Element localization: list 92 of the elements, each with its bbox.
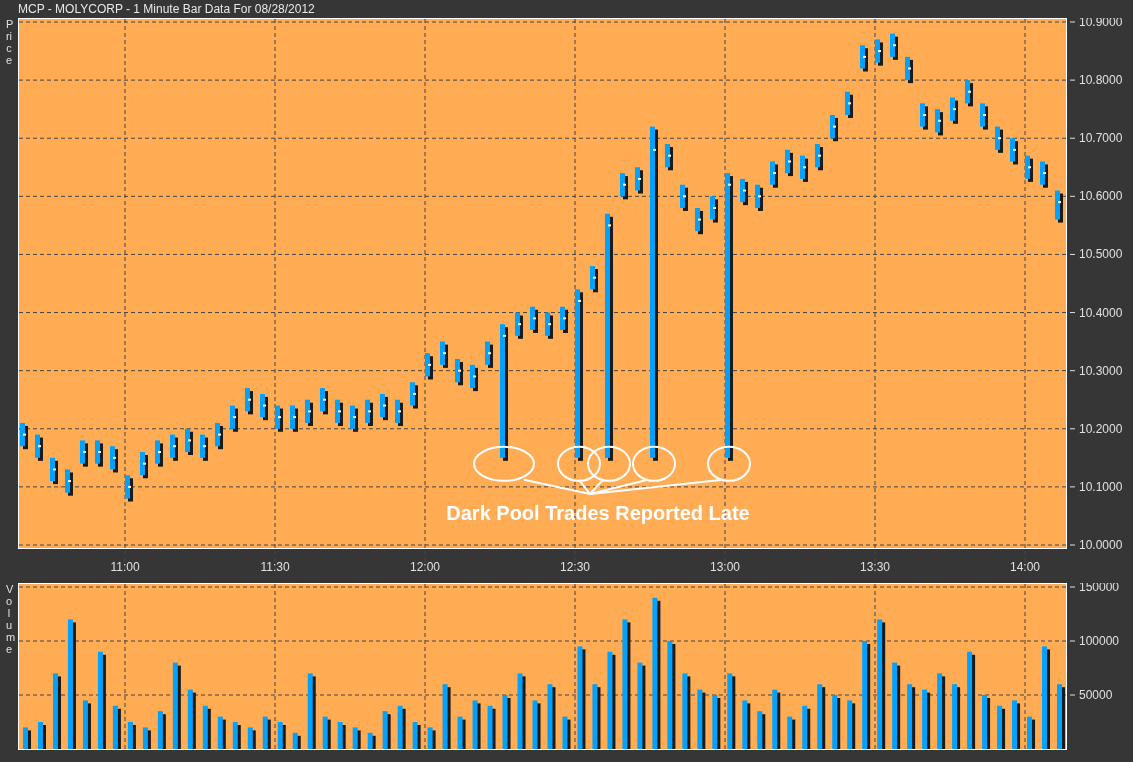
volume-bar: [562, 716, 571, 749]
volume-bar: [547, 684, 556, 749]
volume-bar: [802, 705, 811, 749]
volume-bar: [1057, 684, 1065, 749]
axis-label: 10.8000: [1079, 73, 1123, 88]
volume-bar: [502, 695, 511, 749]
volume-bar: [832, 695, 841, 749]
tick-mark: [1069, 428, 1076, 430]
volume-bar: [352, 727, 361, 749]
volume-bar: [922, 689, 931, 749]
volume-bar: [982, 695, 991, 749]
annotation-text: Dark Pool Trades Reported Late: [446, 502, 750, 524]
volume-bar: [1027, 716, 1036, 749]
tick-mark: [1069, 21, 1076, 23]
volume-bar: [997, 705, 1006, 749]
annotation-ellipse: [557, 445, 601, 482]
tick-mark: [1069, 312, 1076, 314]
volume-bar: [397, 705, 406, 749]
volume-bar: [157, 711, 166, 749]
volume-bar: [382, 711, 391, 749]
volume-bar: [82, 700, 91, 749]
volume-bar: [127, 722, 136, 749]
volume-bar: [817, 684, 826, 749]
volume-bar: [337, 722, 346, 749]
axis-label: 11:30: [260, 560, 290, 574]
volume-bar: [757, 711, 766, 749]
axis-label: 10.5000: [1079, 247, 1123, 262]
axis-label: 13:00: [710, 560, 740, 574]
volume-bar: [412, 722, 421, 749]
tick-mark: [1069, 486, 1076, 488]
volume-bar: [487, 705, 496, 749]
tick-mark: [1069, 137, 1076, 139]
volume-bar: [532, 700, 541, 749]
axis-label: 10.6000: [1079, 189, 1123, 204]
volume-bar: [217, 716, 226, 749]
tick-mark: [1069, 370, 1076, 372]
axis-label: 10.2000: [1079, 421, 1123, 436]
volume-bar: [292, 732, 301, 749]
volume-bar: [772, 689, 781, 749]
volume-bar: [38, 722, 46, 749]
axis-label: 10.7000: [1079, 131, 1123, 146]
axis-label: 10.0000: [1079, 538, 1123, 552]
volume-bar: [907, 684, 916, 749]
volume-bar: [1012, 700, 1021, 749]
tick-mark: [1069, 694, 1076, 696]
annotation-ellipse: [632, 445, 676, 482]
axis-label: 14:00: [1010, 560, 1040, 574]
tick-mark: [1069, 79, 1076, 81]
volume-bar: [442, 684, 451, 749]
axis-label: 10.4000: [1079, 305, 1123, 320]
volume-bar: [367, 732, 376, 749]
volume-bar: [712, 695, 721, 749]
volume-bar: [322, 716, 331, 749]
volume-bar: [697, 689, 706, 749]
axis-label: 10.1000: [1079, 479, 1123, 494]
volume-bar: [457, 716, 466, 749]
volume-bar: [277, 722, 286, 749]
volume-bar: [742, 700, 751, 749]
axis-label: 50000: [1079, 688, 1113, 702]
tick-mark: [1069, 544, 1076, 546]
tick-mark: [1069, 640, 1076, 642]
axis-label: 100000: [1079, 634, 1120, 648]
axis-title: Price: [5, 18, 13, 69]
chart-title: MCP - MOLYCORP - 1 Minute Bar Data For 08/28/2012: [18, 1, 315, 18]
tick-mark: [1069, 253, 1076, 255]
volume-bar: [202, 705, 211, 749]
annotation-ellipse: [587, 445, 631, 482]
axis-label: 13:30: [860, 560, 890, 574]
volume-bar: [112, 705, 121, 749]
axis-label: 10.3000: [1079, 363, 1123, 378]
tick-mark: [1069, 586, 1076, 588]
axis-title: Volume: [5, 583, 13, 658]
annotation-ellipse: [473, 445, 535, 482]
volume-bar: [952, 684, 961, 749]
volume-bar: [787, 716, 796, 749]
volume-bar: [427, 727, 436, 749]
volume-bar: [187, 689, 196, 749]
volume-bar: [592, 684, 601, 749]
volume-bar: [142, 727, 151, 749]
axis-label: 11:00: [110, 560, 140, 574]
volume-bar: [247, 727, 256, 749]
volume-bar: [262, 716, 271, 749]
volume-bar: [23, 727, 31, 749]
annotation-ellipse: [707, 445, 751, 482]
axis-label: 150000: [1079, 583, 1120, 594]
axis-label: 12:30: [560, 560, 590, 574]
volume-bar: [232, 722, 241, 749]
volume-bar: [472, 700, 481, 749]
axis-label: 12:00: [410, 560, 440, 574]
tick-mark: [1069, 195, 1076, 197]
axis-label: 10.9000: [1079, 18, 1123, 29]
volume-bar: [847, 700, 856, 749]
